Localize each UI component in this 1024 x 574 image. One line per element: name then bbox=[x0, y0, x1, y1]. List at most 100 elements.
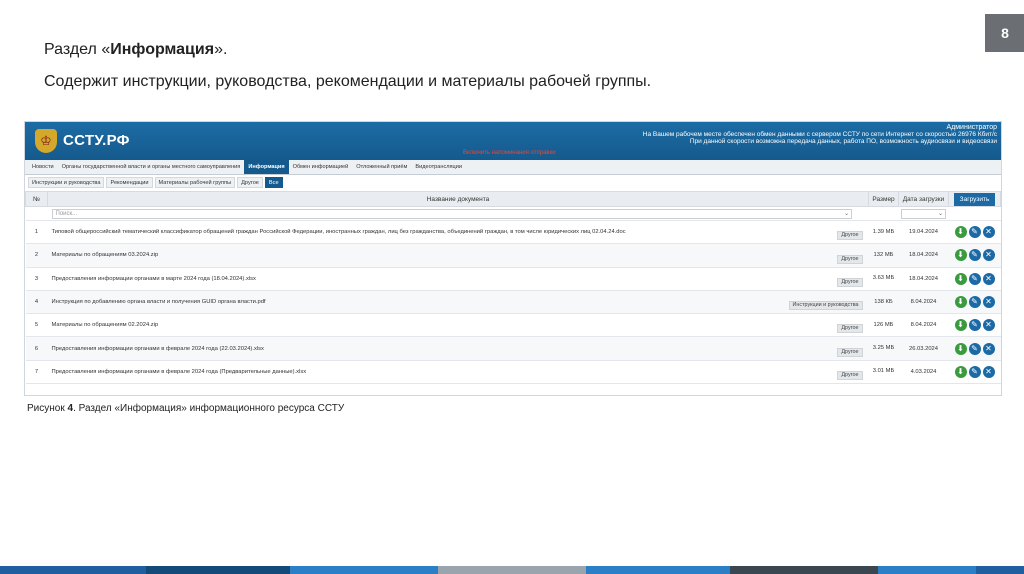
slide-subtitle: Содержит инструкции, руководства, рекоме… bbox=[44, 73, 652, 90]
row-num: 5 bbox=[25, 313, 48, 338]
table-row[interactable]: 7 Предоставления информации органами в ф… bbox=[25, 360, 1001, 385]
category-tag: Другое bbox=[837, 324, 863, 334]
delete-icon[interactable]: ✕ bbox=[982, 226, 995, 239]
nav-item-information[interactable]: Информация bbox=[244, 160, 289, 174]
bottom-bar-segment bbox=[146, 566, 290, 574]
bottom-bar-segment bbox=[878, 566, 976, 574]
bottom-color-bar bbox=[0, 566, 1024, 574]
delete-icon[interactable]: ✕ bbox=[982, 296, 995, 309]
col-header-date[interactable]: Дата загрузки bbox=[898, 191, 949, 207]
edit-icon[interactable]: ✎ bbox=[968, 319, 981, 332]
table-row[interactable]: 5 Материалы по обращениям 02.2024.zip Дру… bbox=[25, 313, 1001, 338]
delete-icon[interactable]: ✕ bbox=[982, 342, 995, 355]
table-header-row: № Название документа Размер Дата загрузк… bbox=[25, 191, 1001, 207]
category-tag: Другое bbox=[837, 254, 863, 264]
slide-title-suffix: ». bbox=[214, 41, 228, 58]
search-input[interactable]: Поиск... ⌄ bbox=[51, 208, 853, 219]
subtabs: Инструкции и руководства Рекомендации Ма… bbox=[25, 175, 1001, 188]
file-size: 126 МБ bbox=[868, 313, 899, 338]
bottom-bar-segment bbox=[586, 566, 730, 574]
row-num: 3 bbox=[25, 267, 48, 291]
document-link[interactable]: Инструкция по добавлению органа власти и… bbox=[52, 299, 266, 305]
upload-button[interactable]: Загрузить bbox=[953, 192, 996, 206]
edit-icon[interactable]: ✎ bbox=[968, 272, 981, 285]
file-size: 3.63 МБ bbox=[868, 267, 899, 291]
bottom-bar-segment bbox=[290, 566, 438, 574]
filter-row: Поиск... ⌄ ⌄ bbox=[25, 206, 1001, 221]
nav-item-authorities[interactable]: Органы государственной власти и органы м… bbox=[58, 160, 245, 174]
caption-text: . Раздел «Информация» информационного ре… bbox=[73, 403, 345, 414]
admin-user-link[interactable]: Администратор bbox=[643, 124, 997, 131]
edit-icon[interactable]: ✎ bbox=[968, 342, 981, 355]
col-header-num: № bbox=[25, 191, 48, 207]
document-link[interactable]: Типовой общероссийский тематический клас… bbox=[52, 229, 626, 235]
tab-all[interactable]: Все bbox=[264, 177, 283, 188]
document-link[interactable]: Предоставления информации органами в мар… bbox=[52, 276, 256, 282]
slide-title-prefix: Раздел « bbox=[44, 41, 111, 58]
tab-working-group[interactable]: Материалы рабочей группы bbox=[154, 177, 236, 188]
document-link[interactable]: Материалы по обращениям 02.2024.zip bbox=[52, 322, 159, 328]
main-nav: Новости Органы государственной власти и … bbox=[25, 160, 1001, 175]
nav-item-video[interactable]: Видеотрансляции bbox=[411, 160, 466, 174]
nav-item-exchange[interactable]: Обмен информацией bbox=[289, 160, 353, 174]
upload-date: 8.04.2024 bbox=[898, 290, 949, 315]
edit-icon[interactable]: ✎ bbox=[968, 226, 981, 239]
download-icon[interactable]: ⬇ bbox=[954, 296, 967, 309]
download-icon[interactable]: ⬇ bbox=[954, 319, 967, 332]
download-icon[interactable]: ⬇ bbox=[954, 365, 967, 378]
site-logo[interactable]: ССТУ.РФ bbox=[63, 132, 130, 149]
edit-icon[interactable]: ✎ bbox=[968, 365, 981, 378]
chevron-down-icon[interactable]: ⌄ bbox=[844, 210, 849, 219]
figure-caption: Рисунок 4. Раздел «Информация» информаци… bbox=[27, 403, 344, 414]
date-filter-select[interactable]: ⌄ bbox=[901, 208, 946, 219]
table-row[interactable]: 4 Инструкция по добавлению органа власти… bbox=[25, 290, 1001, 315]
coat-of-arms-icon: ♔ bbox=[35, 129, 57, 153]
upload-date: 26.03.2024 bbox=[898, 336, 949, 361]
table-row[interactable]: 6 Предоставления информации органами в ф… bbox=[25, 336, 1001, 361]
col-header-name[interactable]: Название документа bbox=[47, 191, 869, 207]
document-link[interactable]: Предоставления информации органами в фев… bbox=[52, 346, 264, 352]
col-header-size[interactable]: Размер bbox=[868, 191, 899, 207]
file-size: 3.01 МБ bbox=[868, 360, 899, 385]
admin-panel: Администратор На Вашем рабочем месте обе… bbox=[643, 124, 997, 145]
category-tag: Другое bbox=[837, 347, 863, 357]
row-num: 4 bbox=[25, 290, 48, 315]
download-icon[interactable]: ⬇ bbox=[954, 249, 967, 262]
upload-date: 19.04.2024 bbox=[898, 220, 949, 245]
upload-date: 8.04.2024 bbox=[898, 313, 949, 338]
tab-recommendations[interactable]: Рекомендации bbox=[106, 177, 153, 188]
category-tag: Другое bbox=[837, 231, 863, 241]
download-icon[interactable]: ⬇ bbox=[954, 342, 967, 355]
delete-icon[interactable]: ✕ bbox=[982, 365, 995, 378]
table-row[interactable]: 1 Типовой общероссийский тематический кл… bbox=[25, 220, 1001, 245]
delete-icon[interactable]: ✕ bbox=[982, 249, 995, 262]
download-icon[interactable]: ⬇ bbox=[954, 272, 967, 285]
edit-icon[interactable]: ✎ bbox=[968, 249, 981, 262]
table-row[interactable]: 3 Предоставления информации органами в м… bbox=[25, 267, 1001, 291]
delete-icon[interactable]: ✕ bbox=[982, 272, 995, 285]
upload-cell: Загрузить bbox=[948, 191, 1001, 207]
file-size: 3.25 МБ bbox=[868, 336, 899, 361]
documents-table: № Название документа Размер Дата загрузк… bbox=[25, 191, 1001, 385]
bottom-bar-segment bbox=[0, 566, 146, 574]
row-num: 7 bbox=[25, 360, 48, 385]
speed-info-line2: При данной скорости возможна передача да… bbox=[689, 138, 997, 145]
category-tag: Другое bbox=[837, 277, 863, 287]
nav-item-deferred[interactable]: Отложенный приём bbox=[352, 160, 411, 174]
delete-icon[interactable]: ✕ bbox=[982, 319, 995, 332]
category-tag: Другое bbox=[837, 371, 863, 381]
edit-icon[interactable]: ✎ bbox=[968, 296, 981, 309]
nav-item-news[interactable]: Новости bbox=[28, 160, 58, 174]
page-number-badge: 8 bbox=[985, 14, 1024, 52]
download-icon[interactable]: ⬇ bbox=[954, 226, 967, 239]
tab-other[interactable]: Другое bbox=[237, 177, 263, 188]
bottom-bar-segment bbox=[976, 566, 1024, 574]
document-link[interactable]: Материалы по обращениям 03.2024.zip bbox=[52, 252, 159, 258]
tab-instructions[interactable]: Инструкции и руководства bbox=[28, 177, 105, 188]
table-row[interactable]: 2 Материалы по обращениям 03.2024.zip Дру… bbox=[25, 243, 1001, 268]
row-num: 1 bbox=[25, 220, 48, 245]
document-link[interactable]: Предоставления информации органами в фев… bbox=[52, 369, 307, 375]
bottom-bar-segment bbox=[438, 566, 586, 574]
upload-date: 18.04.2024 bbox=[898, 243, 949, 268]
alert-link[interactable]: Включить напоминания отправки bbox=[463, 150, 556, 156]
